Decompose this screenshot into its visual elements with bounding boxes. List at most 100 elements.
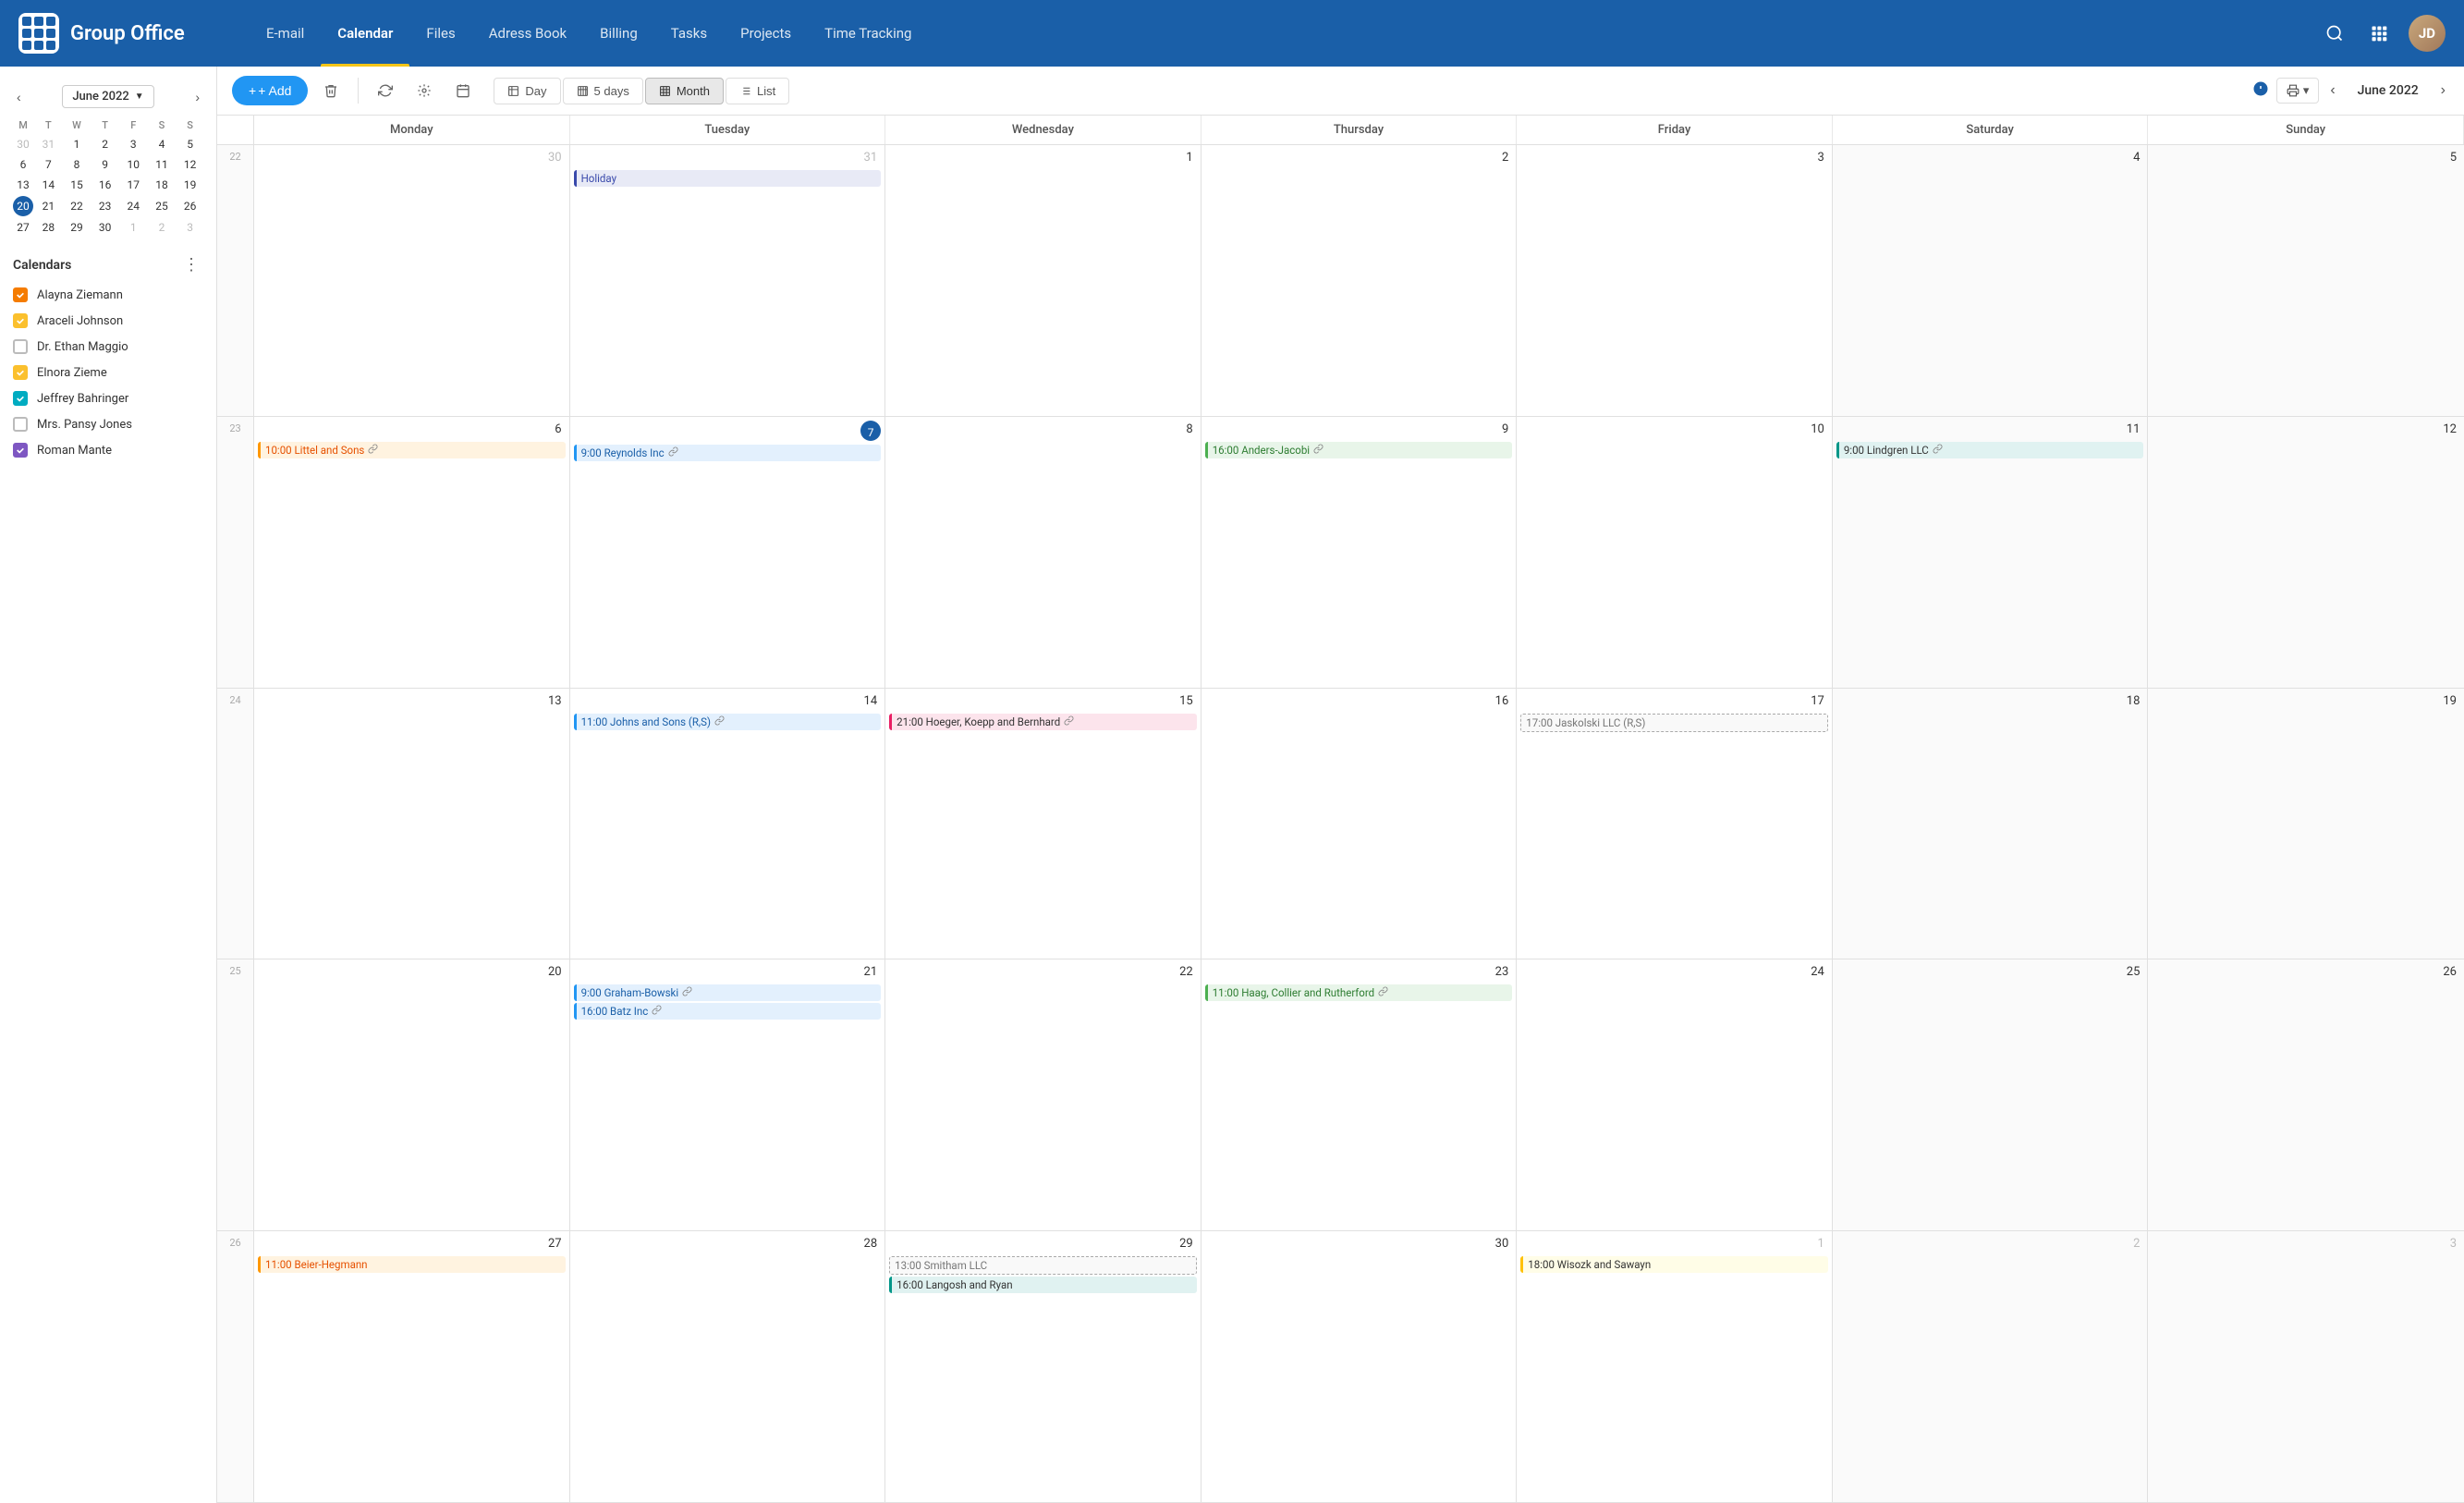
cal-day-cell[interactable]: 28 (570, 1231, 886, 1502)
mini-cal-day[interactable]: 17 (120, 176, 147, 194)
search-button[interactable] (2320, 18, 2349, 48)
cal-day-cell[interactable]: 10 (1517, 417, 1833, 688)
calendar-checkbox[interactable] (13, 443, 28, 458)
mini-cal-day[interactable]: 21 (35, 196, 62, 216)
cal-day-cell[interactable]: 25 (1833, 959, 2149, 1230)
mini-cal-day[interactable]: 3 (177, 218, 203, 237)
nav-tasks[interactable]: Tasks (654, 0, 724, 67)
cal-day-cell[interactable]: 4 (1833, 145, 2149, 416)
cal-day-cell[interactable]: 2 (1202, 145, 1518, 416)
cal-day-cell[interactable]: 24 (1517, 959, 1833, 1230)
cal-day-cell[interactable]: 2913:00 Smitham LLC16:00 Langosh and Rya… (885, 1231, 1202, 1502)
mini-cal-day[interactable]: 1 (64, 135, 91, 153)
mini-cal-day[interactable]: 30 (91, 218, 118, 237)
mini-cal-day[interactable]: 5 (177, 135, 203, 153)
calendar-checkbox[interactable] (13, 313, 28, 328)
mini-cal-day[interactable]: 22 (64, 196, 91, 216)
calendar-event[interactable]: Holiday (574, 170, 882, 187)
cal-day-cell[interactable]: 916:00 Anders-Jacobi (1202, 417, 1518, 688)
mini-cal-day[interactable]: 1 (120, 218, 147, 237)
cal-day-cell[interactable]: 2311:00 Haag, Collier and Rutherford (1202, 959, 1518, 1230)
mini-cal-day[interactable]: 10 (120, 155, 147, 174)
view-month-button[interactable]: Month (645, 78, 724, 104)
mini-cal-day[interactable]: 8 (64, 155, 91, 174)
calendar-checkbox[interactable] (13, 365, 28, 380)
view-5days-button[interactable]: 5 days (563, 78, 643, 104)
mini-cal-day[interactable]: 27 (13, 218, 33, 237)
cal-day-cell[interactable]: 30 (254, 145, 570, 416)
cal-day-cell[interactable]: 219:00 Graham-Bowski16:00 Batz Inc (570, 959, 886, 1230)
calendar-event[interactable]: 11:00 Beier-Hegmann (258, 1256, 566, 1273)
calendar-checkbox[interactable] (13, 391, 28, 406)
mini-cal-day[interactable]: 7 (35, 155, 62, 174)
mini-cal-day[interactable]: 30 (13, 135, 33, 153)
calendar-event[interactable]: 11:00 Haag, Collier and Rutherford (1205, 984, 1513, 1001)
cal-day-cell[interactable]: 1411:00 Johns and Sons (R,S) (570, 689, 886, 959)
nav-projects[interactable]: Projects (724, 0, 808, 67)
view-day-button[interactable]: Day (494, 78, 560, 104)
calendar-event[interactable]: 9:00 Reynolds Inc (574, 445, 882, 461)
mini-cal-day[interactable]: 4 (149, 135, 176, 153)
cal-day-cell[interactable]: 2 (1833, 1231, 2149, 1502)
cal-day-cell[interactable]: 610:00 Littel and Sons (254, 417, 570, 688)
mini-cal-day[interactable]: 31 (35, 135, 62, 153)
cal-day-cell[interactable]: 2711:00 Beier-Hegmann (254, 1231, 570, 1502)
cal-day-cell[interactable]: 3 (1517, 145, 1833, 416)
cal-day-cell[interactable]: 8 (885, 417, 1202, 688)
mini-cal-day[interactable]: 25 (149, 196, 176, 216)
calendar-item[interactable]: Dr. Ethan Maggio (13, 334, 203, 360)
settings-button[interactable] (409, 77, 440, 104)
mini-cal-day[interactable]: 19 (177, 176, 203, 194)
cal-day-cell[interactable]: 31Holiday (570, 145, 886, 416)
cal-day-cell[interactable]: 30 (1202, 1231, 1518, 1502)
calendar-event[interactable]: 13:00 Smitham LLC (889, 1256, 1197, 1275)
calendars-menu-button[interactable]: ⋮ (179, 255, 203, 275)
nav-address[interactable]: Adress Book (472, 0, 583, 67)
view-list-button[interactable]: List (726, 78, 789, 104)
calendar-event[interactable]: 18:00 Wisozk and Sawayn (1520, 1256, 1828, 1273)
mini-cal-day[interactable]: 12 (177, 155, 203, 174)
mini-cal-day[interactable]: 15 (64, 176, 91, 194)
calendar-event[interactable]: 16:00 Anders-Jacobi (1205, 442, 1513, 458)
cal-day-cell[interactable]: 12 (2148, 417, 2464, 688)
calendar-event[interactable]: 16:00 Batz Inc (574, 1003, 882, 1020)
mini-cal-day[interactable]: 29 (64, 218, 91, 237)
avatar[interactable]: JD (2409, 15, 2446, 52)
nav-calendar[interactable]: Calendar (321, 0, 409, 67)
cal-day-cell[interactable]: 118:00 Wisozk and Sawayn (1517, 1231, 1833, 1502)
calendar-item[interactable]: Alayna Ziemann (13, 282, 203, 308)
calendar-item[interactable]: Araceli Johnson (13, 308, 203, 334)
calendar-event[interactable]: 11:00 Johns and Sons (R,S) (574, 714, 882, 730)
cal-day-cell[interactable]: 19 (2148, 689, 2464, 959)
mini-cal-day[interactable]: 9 (91, 155, 118, 174)
cal-day-cell[interactable]: 13 (254, 689, 570, 959)
cal-day-cell[interactable]: 18 (1833, 689, 2149, 959)
cal-day-cell[interactable]: 20 (254, 959, 570, 1230)
calendar-checkbox[interactable] (13, 339, 28, 354)
mini-cal-day[interactable]: 11 (149, 155, 176, 174)
cal-day-cell[interactable]: 16 (1202, 689, 1518, 959)
next-month-button[interactable]: › (2437, 79, 2449, 103)
calendar-item[interactable]: Jeffrey Bahringer (13, 385, 203, 411)
apps-button[interactable] (2364, 18, 2394, 48)
nav-email[interactable]: E-mail (250, 0, 321, 67)
add-button[interactable]: + + Add (232, 76, 308, 105)
mini-cal-day[interactable]: 16 (91, 176, 118, 194)
print-button[interactable]: ▾ (2276, 78, 2320, 104)
calendar-event[interactable]: 16:00 Langosh and Ryan (889, 1277, 1197, 1293)
calendar-checkbox[interactable] (13, 417, 28, 432)
cal-day-cell[interactable]: 5 (2148, 145, 2464, 416)
cal-day-cell[interactable]: 3 (2148, 1231, 2464, 1502)
mini-cal-day[interactable]: 28 (35, 218, 62, 237)
calendar-event[interactable]: 9:00 Graham-Bowski (574, 984, 882, 1001)
mini-cal-day[interactable]: 26 (177, 196, 203, 216)
cal-day-cell[interactable]: 22 (885, 959, 1202, 1230)
cal-day-cell[interactable]: 1 (885, 145, 1202, 416)
calendar-item[interactable]: Roman Mante (13, 437, 203, 463)
delete-button[interactable] (315, 77, 347, 104)
mini-cal-day[interactable]: 23 (91, 196, 118, 216)
mini-cal-prev[interactable]: ‹ (11, 88, 27, 106)
mini-cal-day[interactable]: 13 (13, 176, 33, 194)
mini-cal-day[interactable]: 2 (91, 135, 118, 153)
calendar-event[interactable]: 10:00 Littel and Sons (258, 442, 566, 458)
